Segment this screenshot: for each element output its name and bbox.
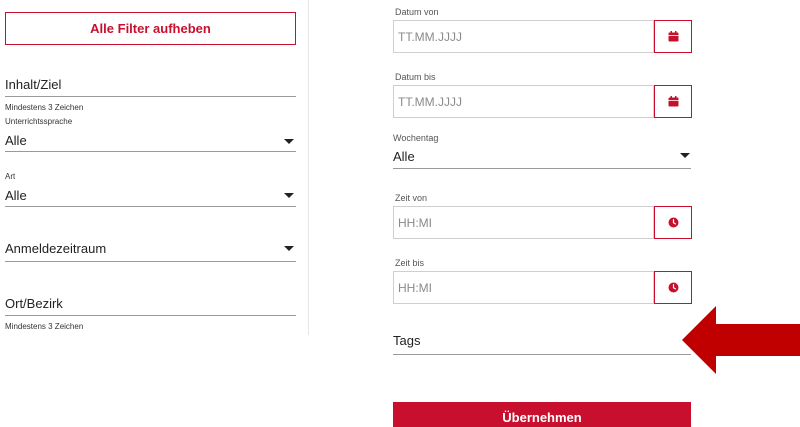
inhalt-ziel-input[interactable] xyxy=(5,96,296,97)
chevron-down-icon[interactable] xyxy=(680,153,690,158)
anmeldezeitraum-select[interactable] xyxy=(5,261,296,262)
zeit-von-label: Zeit von xyxy=(395,193,428,203)
uebernehmen-button[interactable]: Übernehmen xyxy=(393,402,691,427)
datum-von-calendar-button[interactable] xyxy=(654,20,692,53)
chevron-down-icon[interactable] xyxy=(284,246,294,251)
chevron-down-icon[interactable] xyxy=(284,139,294,144)
ort-bezirk-input[interactable] xyxy=(5,315,296,316)
zeit-von-clock-button[interactable] xyxy=(654,206,692,239)
datum-von-input[interactable]: TT.MM.JJJJ xyxy=(393,20,654,53)
art-label: Art xyxy=(5,172,16,181)
tags-label[interactable]: Tags xyxy=(393,333,420,348)
zeit-von-input[interactable]: HH:MI xyxy=(393,206,654,239)
reset-filters-button[interactable]: Alle Filter aufheben xyxy=(5,12,296,45)
calendar-icon xyxy=(668,96,678,107)
datum-von-label: Datum von xyxy=(395,7,439,17)
inhalt-ziel-hint: Mindestens 3 Zeichen xyxy=(5,103,84,112)
datum-bis-label: Datum bis xyxy=(395,72,436,82)
art-value[interactable]: Alle xyxy=(5,188,27,203)
zeit-bis-clock-button[interactable] xyxy=(654,271,692,304)
calendar-icon xyxy=(668,31,678,42)
anmeldezeitraum-label[interactable]: Anmeldezeitraum xyxy=(5,241,106,256)
wochentag-label: Wochentag xyxy=(393,133,439,143)
pointer-arrow-icon xyxy=(682,306,800,374)
zeit-bis-label: Zeit bis xyxy=(395,258,425,268)
art-select[interactable] xyxy=(5,206,296,207)
column-divider xyxy=(308,0,309,335)
tags-select[interactable] xyxy=(393,354,691,355)
datum-bis-calendar-button[interactable] xyxy=(654,85,692,118)
unterrichtssprache-select[interactable] xyxy=(5,151,296,152)
datum-bis-input[interactable]: TT.MM.JJJJ xyxy=(393,85,654,118)
clock-icon xyxy=(668,217,678,228)
ort-bezirk-label: Ort/Bezirk xyxy=(5,296,63,311)
inhalt-ziel-label: Inhalt/Ziel xyxy=(5,77,62,92)
wochentag-select[interactable] xyxy=(393,168,691,169)
unterrichtssprache-label: Unterrichtssprache xyxy=(5,117,73,126)
wochentag-value[interactable]: Alle xyxy=(393,149,415,164)
unterrichtssprache-value[interactable]: Alle xyxy=(5,133,27,148)
ort-bezirk-hint: Mindestens 3 Zeichen xyxy=(5,322,84,331)
clock-icon xyxy=(668,282,678,293)
chevron-down-icon[interactable] xyxy=(284,193,294,198)
zeit-bis-input[interactable]: HH:MI xyxy=(393,271,654,304)
